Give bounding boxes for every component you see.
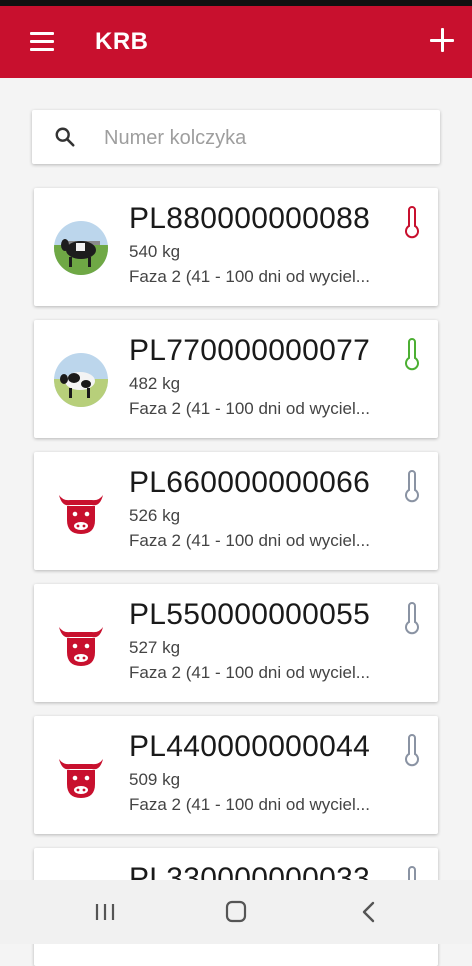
search-icon [55, 127, 75, 147]
animal-weight: 527 kg [129, 638, 181, 657]
animal-tag: PL770000000077 [129, 334, 371, 367]
animal-card[interactable]: PL880000000088 540 kg Faza 2 (41 - 100 d… [34, 188, 438, 306]
animal-card[interactable]: PL440000000044 509 kg Faza 2 (41 - 100 d… [34, 716, 438, 834]
animal-tag: PL550000000055 [129, 598, 371, 631]
animal-phase: Faza 2 (41 - 100 dni od wyciel... [129, 663, 370, 682]
cow-logo-icon [59, 759, 103, 798]
animal-card[interactable]: PL550000000055 527 kg Faza 2 (41 - 100 d… [34, 584, 438, 702]
cow-photo-avatar [54, 353, 108, 407]
animal-weight: 540 kg [129, 242, 181, 261]
animal-phase: Faza 2 (41 - 100 dni od wyciel... [129, 795, 370, 814]
thermometer-icon [405, 338, 419, 371]
app-bar: KRB [0, 6, 472, 78]
cow-photo-avatar [54, 221, 108, 275]
home-icon[interactable] [221, 898, 251, 926]
animal-phase: Faza 2 (41 - 100 dni od wyciel... [129, 267, 370, 286]
system-nav-bar [0, 880, 472, 944]
thermometer-icon [405, 206, 419, 239]
animal-weight: 526 kg [129, 506, 181, 525]
menu-icon[interactable] [30, 32, 54, 52]
recent-apps-icon[interactable] [90, 898, 120, 926]
search-input[interactable] [102, 120, 426, 156]
cow-logo-icon [59, 627, 103, 666]
add-animal-button[interactable] [430, 28, 456, 54]
search-bar[interactable] [32, 110, 440, 164]
thermometer-icon [405, 602, 419, 635]
animal-weight: 482 kg [129, 374, 181, 393]
animal-card[interactable]: PL770000000077 482 kg Faza 2 (41 - 100 d… [34, 320, 438, 438]
animal-phase: Faza 2 (41 - 100 dni od wyciel... [129, 531, 370, 550]
animal-tag: PL660000000066 [129, 466, 371, 499]
app-title: KRB [95, 28, 149, 55]
thermometer-icon [405, 734, 419, 767]
animal-card[interactable]: PL660000000066 526 kg Faza 2 (41 - 100 d… [34, 452, 438, 570]
thermometer-icon [405, 470, 419, 503]
animal-tag: PL440000000044 [129, 730, 371, 763]
back-icon[interactable] [354, 898, 384, 926]
cow-logo-icon [59, 495, 103, 534]
animal-phase: Faza 2 (41 - 100 dni od wyciel... [129, 399, 370, 418]
animal-tag: PL880000000088 [129, 202, 371, 235]
animal-weight: 509 kg [129, 770, 181, 789]
